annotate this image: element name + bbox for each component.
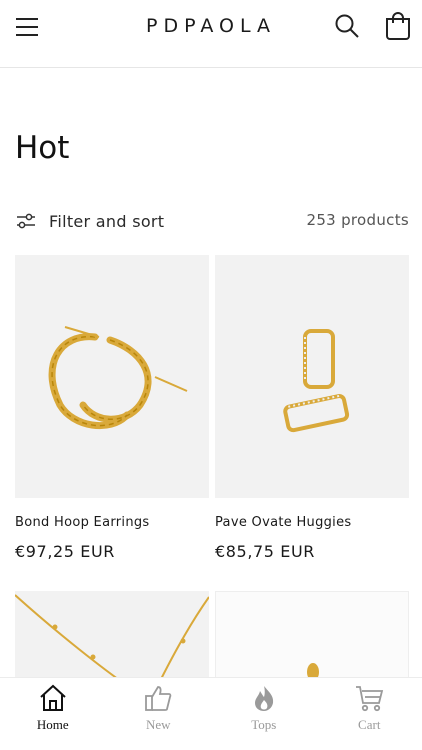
product-card[interactable] (15, 591, 209, 691)
search-icon[interactable] (334, 13, 360, 39)
product-image[interactable] (215, 255, 409, 498)
product-price: €97,25 EUR (15, 542, 116, 561)
site-header: PDPAOLA (0, 0, 422, 68)
tab-tops[interactable]: Tops (211, 678, 317, 750)
page-title: Hot (15, 130, 70, 166)
product-image[interactable] (215, 591, 409, 691)
product-image[interactable] (15, 255, 209, 498)
filter-and-sort-button[interactable]: Filter and sort (15, 208, 164, 234)
product-count: 253 products (306, 211, 409, 229)
home-icon (40, 684, 66, 711)
product-price: €85,75 EUR (215, 542, 316, 561)
product-card[interactable] (215, 591, 409, 691)
sliders-icon (17, 213, 35, 229)
product-image[interactable] (15, 591, 209, 691)
tab-home[interactable]: Home (0, 678, 106, 750)
tab-label: Home (36, 717, 69, 732)
product-card[interactable]: Bond Hoop Earrings €97,25 EUR (15, 255, 209, 561)
product-name[interactable]: Pave Ovate Huggies (215, 515, 409, 530)
thumbs-up-icon (145, 686, 172, 711)
cart-icon (356, 686, 384, 712)
product-card[interactable]: Pave Ovate Huggies €85,75 EUR (215, 255, 409, 561)
bottom-tab-bar: Home New Tops Cart (0, 677, 422, 750)
tab-label: New (145, 717, 171, 732)
tab-label: Tops (251, 717, 277, 732)
filter-label: Filter and sort (49, 211, 165, 231)
flame-icon (254, 686, 273, 711)
tab-new[interactable]: New (106, 678, 212, 750)
product-name[interactable]: Bond Hoop Earrings (15, 515, 209, 530)
tab-cart[interactable]: Cart (317, 678, 422, 750)
shopping-bag-icon[interactable] (384, 11, 412, 41)
tab-label: Cart (358, 717, 381, 732)
